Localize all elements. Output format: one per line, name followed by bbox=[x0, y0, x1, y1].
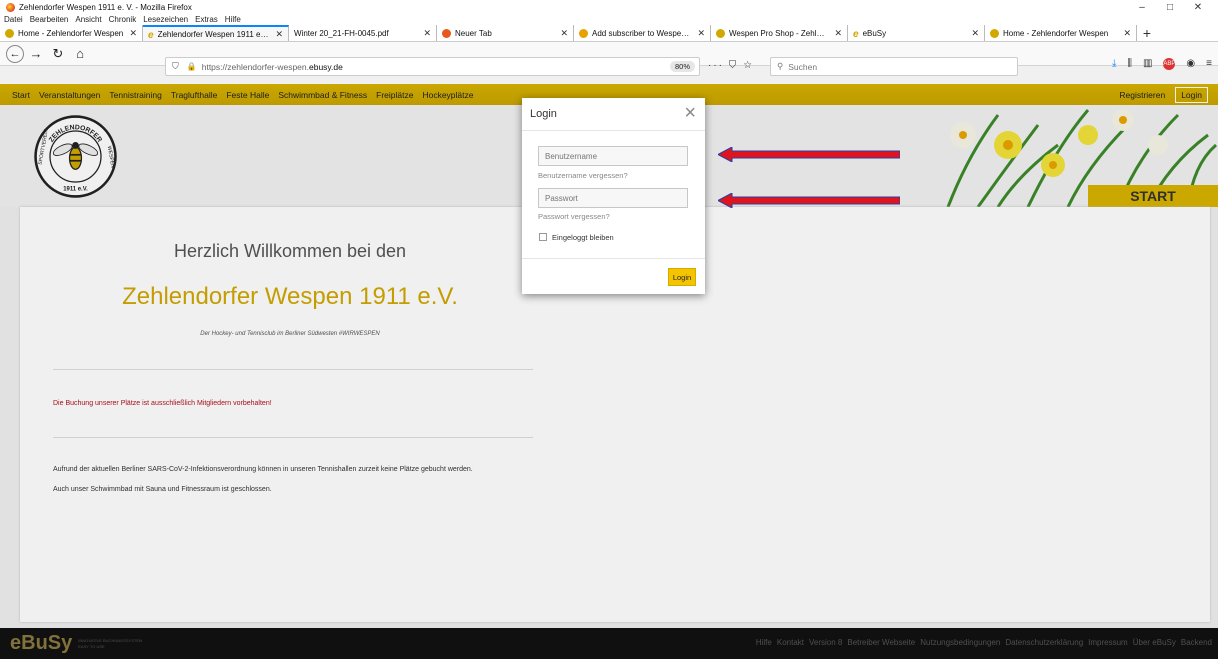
ebusy-favicon-icon: e bbox=[148, 29, 154, 41]
tab-close-icon[interactable]: ✕ bbox=[560, 28, 568, 39]
firefox-icon bbox=[6, 2, 15, 12]
browser-tab-active[interactable]: e Zehlendorfer Wespen 1911 e. V. ✕ bbox=[143, 25, 289, 41]
bookmark-star-icon[interactable]: ☆ bbox=[743, 60, 754, 71]
annotation-arrow-icon bbox=[718, 147, 900, 162]
back-arrow-icon[interactable]: ← bbox=[6, 44, 24, 63]
remember-checkbox[interactable] bbox=[539, 233, 547, 241]
login-modal: Login × Benutzername vergessen? Passwort… bbox=[522, 98, 705, 294]
ebusy-favicon-icon: e bbox=[853, 28, 859, 40]
tab-label: eBuSy bbox=[862, 28, 887, 38]
browser-tab[interactable]: Winter 20_21-FH-0045.pdf ✕ bbox=[289, 25, 437, 41]
modal-title: Login bbox=[530, 108, 557, 120]
browser-tab[interactable]: Home - Zehlendorfer Wespen ✕ bbox=[985, 25, 1137, 41]
pocket-icon[interactable]: ⛉ bbox=[729, 60, 739, 71]
remember-label[interactable]: Eingeloggt bleiben bbox=[552, 233, 614, 242]
url-bar[interactable]: ⛉ 🔒 https://zehlendorfer-wespen.ebusy.de… bbox=[165, 57, 700, 76]
menu-hamburger-icon[interactable]: ≡ bbox=[1206, 58, 1212, 70]
tab-label: Home - Zehlendorfer Wespen bbox=[18, 28, 124, 38]
lock-icon[interactable]: 🔒 bbox=[187, 62, 197, 71]
browser-tab[interactable]: Home - Zehlendorfer Wespen ✕ bbox=[0, 25, 143, 41]
download-icon[interactable]: ⤓ bbox=[1112, 58, 1116, 70]
tab-close-icon[interactable]: ✕ bbox=[697, 28, 705, 39]
close-icon[interactable]: × bbox=[684, 102, 696, 125]
home-icon[interactable]: ⌂ bbox=[70, 44, 90, 64]
tab-close-icon[interactable]: ✕ bbox=[129, 28, 137, 39]
close-window-button[interactable]: ✕ bbox=[1184, 2, 1212, 13]
forgot-username-link[interactable]: Benutzername vergessen? bbox=[538, 171, 628, 180]
page-actions: ··· ⛉ ☆ bbox=[708, 60, 754, 71]
browser-tab[interactable]: e eBuSy ✕ bbox=[848, 25, 985, 41]
wasp-favicon-icon bbox=[5, 28, 14, 38]
menu-extras[interactable]: Extras bbox=[195, 15, 218, 24]
tab-close-icon[interactable]: ✕ bbox=[834, 28, 842, 39]
annotation-arrow-icon bbox=[718, 193, 900, 208]
more-actions-icon[interactable]: ··· bbox=[708, 60, 724, 71]
tab-close-icon[interactable]: ✕ bbox=[275, 29, 283, 40]
forgot-password-link[interactable]: Passwort vergessen? bbox=[538, 212, 610, 221]
menu-lesezeichen[interactable]: Lesezeichen bbox=[143, 15, 188, 24]
window-titlebar: Zehlendorfer Wespen 1911 e. V. - Mozilla… bbox=[0, 0, 1218, 14]
browser-tab[interactable]: Add subscriber to Wespen New ✕ bbox=[574, 25, 711, 41]
minimize-button[interactable]: – bbox=[1128, 2, 1156, 13]
username-field[interactable] bbox=[538, 146, 688, 166]
sidebar-icon[interactable]: ▥ bbox=[1143, 58, 1152, 70]
toolbar-icons: ⤓ ⫼ ▥ ABP ◉ ≡ bbox=[1112, 58, 1212, 70]
window-title: Zehlendorfer Wespen 1911 e. V. - Mozilla… bbox=[19, 2, 192, 12]
menu-datei[interactable]: Datei bbox=[4, 15, 23, 24]
tab-label: Home - Zehlendorfer Wespen bbox=[1003, 28, 1109, 38]
menu-chronik[interactable]: Chronik bbox=[109, 15, 137, 24]
browser-tab[interactable]: Neuer Tab ✕ bbox=[437, 25, 574, 41]
search-input[interactable]: ⚲ Suchen bbox=[770, 57, 1018, 76]
password-field[interactable] bbox=[538, 188, 688, 208]
login-submit-button[interactable]: Login bbox=[668, 268, 696, 286]
tab-close-icon[interactable]: ✕ bbox=[971, 28, 979, 39]
tab-close-icon[interactable]: ✕ bbox=[423, 28, 431, 39]
maximize-button[interactable]: □ bbox=[1156, 2, 1184, 13]
new-tab-button[interactable]: + bbox=[1137, 25, 1157, 41]
tab-label: Winter 20_21-FH-0045.pdf bbox=[294, 28, 389, 38]
wasp-favicon-icon bbox=[716, 28, 725, 38]
library-icon[interactable]: ⫼ bbox=[1127, 58, 1132, 70]
tab-label: Add subscriber to Wespen New bbox=[592, 28, 691, 38]
menu-bar: Datei Bearbeiten Ansicht Chronik Lesezei… bbox=[0, 14, 1218, 25]
tab-bar: Home - Zehlendorfer Wespen ✕ e Zehlendor… bbox=[0, 25, 1218, 42]
tab-label: Zehlendorfer Wespen 1911 e. V. bbox=[157, 29, 270, 39]
tab-label: Neuer Tab bbox=[455, 28, 492, 38]
forward-arrow-icon[interactable]: → bbox=[26, 44, 46, 64]
tab-label: Wespen Pro Shop - Zehlendorf bbox=[729, 28, 829, 38]
menu-hilfe[interactable]: Hilfe bbox=[225, 15, 241, 24]
firefox-favicon-icon bbox=[442, 28, 451, 38]
extension-icon[interactable]: ◉ bbox=[1186, 58, 1195, 70]
mail-favicon-icon bbox=[579, 28, 588, 38]
zoom-badge[interactable]: 80% bbox=[669, 61, 695, 72]
url-text: https://zehlendorfer-wespen.ebusy.de bbox=[201, 61, 343, 72]
divider bbox=[522, 130, 705, 131]
search-placeholder: Suchen bbox=[788, 61, 818, 72]
wasp-favicon-icon bbox=[990, 28, 999, 38]
menu-ansicht[interactable]: Ansicht bbox=[75, 15, 101, 24]
divider bbox=[522, 258, 705, 259]
adblock-icon[interactable]: ABP bbox=[1163, 58, 1175, 70]
menu-bearbeiten[interactable]: Bearbeiten bbox=[30, 15, 69, 24]
search-icon: ⚲ bbox=[777, 61, 784, 71]
tracking-shield-icon[interactable]: ⛉ bbox=[172, 61, 179, 72]
browser-tab[interactable]: Wespen Pro Shop - Zehlendorf ✕ bbox=[711, 25, 848, 41]
reload-icon[interactable]: ↻ bbox=[48, 44, 68, 64]
tab-close-icon[interactable]: ✕ bbox=[1123, 28, 1131, 39]
